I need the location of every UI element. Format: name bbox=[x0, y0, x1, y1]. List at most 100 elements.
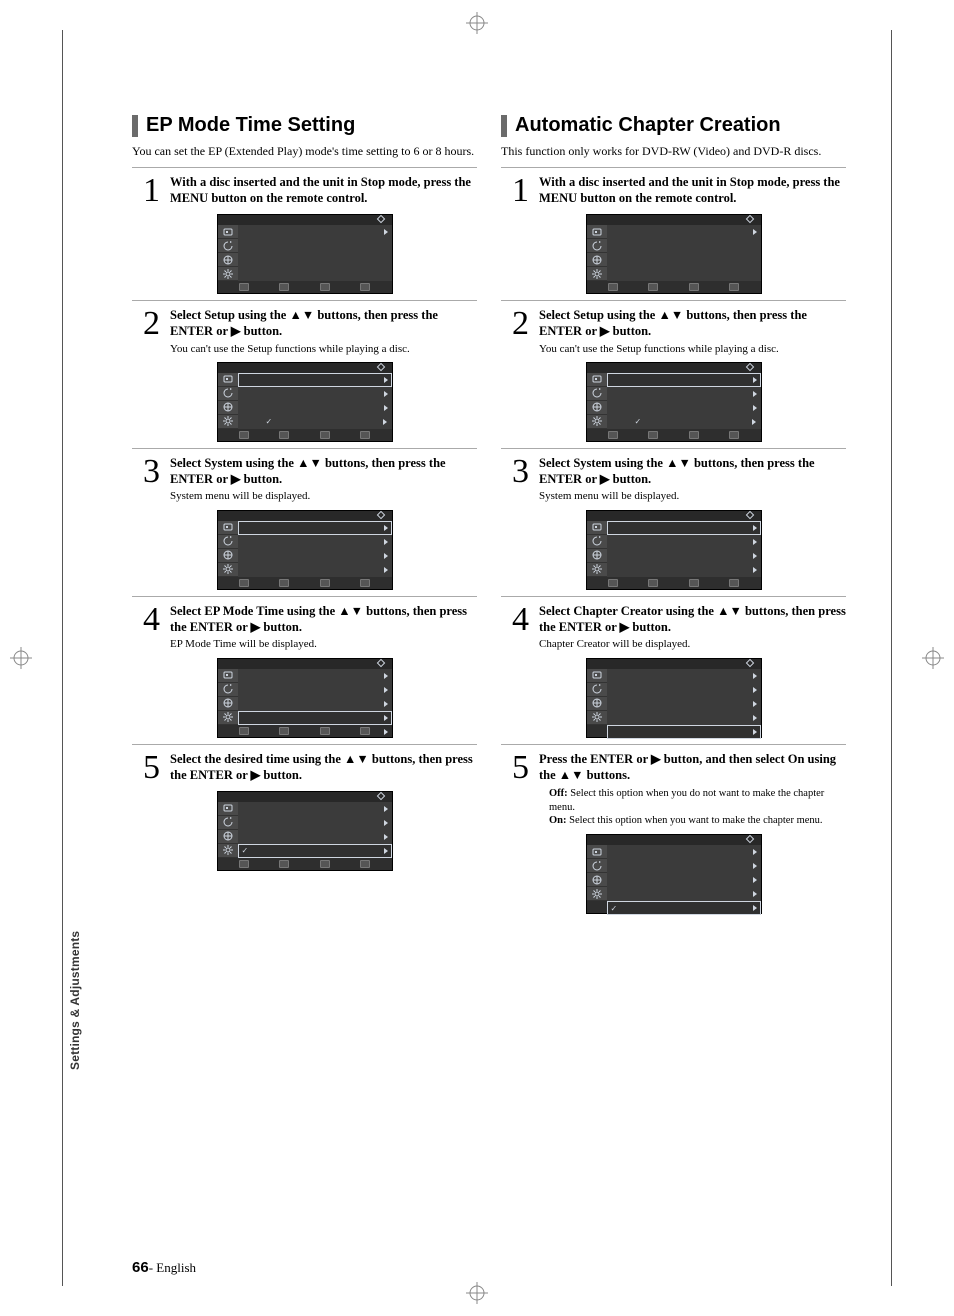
osd-screenshot: ✓ bbox=[586, 834, 762, 914]
osd-screenshot: ✓ bbox=[586, 362, 762, 442]
section-intro: You can set the EP (Extended Play) mode'… bbox=[132, 143, 477, 159]
osd-disc-icon bbox=[218, 669, 238, 683]
rule bbox=[501, 744, 846, 745]
manual-page: Settings & Adjustments EP Mode Time Sett… bbox=[0, 0, 954, 1316]
osd-row: ✓ bbox=[238, 844, 392, 858]
osd-title-bar bbox=[218, 215, 392, 225]
osd-loop-icon bbox=[587, 387, 607, 401]
osd-menu-area: ✓ bbox=[238, 373, 392, 429]
osd-foot-btn bbox=[729, 283, 739, 291]
osd-foot-btn bbox=[279, 283, 289, 291]
osd-foot-btn bbox=[239, 579, 249, 587]
osd-foot-btn bbox=[320, 579, 330, 587]
osd-foot-btn bbox=[689, 283, 699, 291]
osd-screenshot bbox=[217, 510, 393, 590]
rule bbox=[132, 744, 477, 745]
osd-row bbox=[238, 802, 392, 816]
step: 3Select System using the ▲▼ buttons, the… bbox=[132, 455, 477, 504]
osd-icon-column bbox=[587, 669, 607, 725]
osd-disc-icon bbox=[587, 225, 607, 239]
osd-globe-icon bbox=[218, 401, 238, 415]
osd-row bbox=[238, 549, 392, 563]
osd-footer bbox=[218, 281, 392, 293]
osd-footer bbox=[587, 429, 761, 441]
osd-row bbox=[607, 887, 761, 901]
osd-title-bar bbox=[587, 511, 761, 521]
osd-footer bbox=[218, 577, 392, 589]
osd-row bbox=[238, 387, 392, 401]
osd-row bbox=[238, 711, 392, 725]
osd-icon-column bbox=[587, 521, 607, 577]
osd-menu-area bbox=[238, 225, 392, 281]
osd-foot-btn bbox=[729, 431, 739, 439]
osd-title-bar bbox=[587, 215, 761, 225]
osd-title-bar bbox=[218, 659, 392, 669]
page-footer: 66- English bbox=[132, 1259, 196, 1276]
regmark-top bbox=[466, 12, 488, 34]
osd-gear-icon bbox=[218, 267, 238, 281]
osd-icon-column bbox=[218, 373, 238, 429]
osd-menu-area bbox=[607, 225, 761, 281]
step-number: 5 bbox=[132, 751, 160, 785]
osd-gear-icon bbox=[587, 267, 607, 281]
osd-foot-btn bbox=[608, 431, 618, 439]
osd-foot-btn bbox=[360, 283, 370, 291]
rule bbox=[132, 448, 477, 449]
osd-row bbox=[238, 669, 392, 683]
rule bbox=[501, 448, 846, 449]
step-number: 3 bbox=[132, 455, 160, 489]
osd-loop-icon bbox=[587, 239, 607, 253]
osd-row bbox=[607, 373, 761, 387]
rule bbox=[501, 167, 846, 168]
step-note: System menu will be displayed. bbox=[170, 489, 477, 503]
step-lead: Select Chapter Creator using the ▲▼ butt… bbox=[539, 603, 846, 636]
osd-foot-btn bbox=[360, 860, 370, 868]
osd-gear-icon bbox=[587, 887, 607, 901]
step-number: 3 bbox=[501, 455, 529, 489]
osd-row bbox=[607, 711, 761, 725]
osd-footer bbox=[587, 577, 761, 589]
step-lead: Select Setup using the ▲▼ buttons, then … bbox=[170, 307, 477, 340]
osd-foot-btn bbox=[729, 579, 739, 587]
osd-row bbox=[607, 563, 761, 577]
osd-icon-column bbox=[587, 225, 607, 281]
osd-menu-area: ✓ bbox=[607, 845, 761, 901]
osd-foot-btn bbox=[320, 860, 330, 868]
osd-gear-icon bbox=[587, 563, 607, 577]
step-options: Off: Select this option when you do not … bbox=[549, 787, 846, 828]
osd-screenshot bbox=[586, 510, 762, 590]
step-lead: Press the ENTER or ▶ button, and then se… bbox=[539, 751, 846, 784]
osd-globe-icon bbox=[218, 830, 238, 844]
osd-menu-area: ✓ bbox=[238, 802, 392, 858]
step-note: You can't use the Setup functions while … bbox=[170, 342, 477, 356]
osd-row bbox=[607, 859, 761, 873]
osd-screenshot: ✓ bbox=[217, 791, 393, 871]
osd-loop-icon bbox=[587, 859, 607, 873]
osd-menu-area bbox=[607, 669, 761, 725]
osd-foot-btn bbox=[608, 579, 618, 587]
trim-rule-right bbox=[891, 30, 892, 1286]
osd-row bbox=[607, 549, 761, 563]
step-number: 2 bbox=[132, 307, 160, 341]
osd-loop-icon bbox=[218, 816, 238, 830]
osd-foot-btn bbox=[360, 579, 370, 587]
osd-footer bbox=[218, 858, 392, 870]
step-note: System menu will be displayed. bbox=[539, 489, 846, 503]
osd-row: ✓ bbox=[238, 415, 392, 429]
osd-footer bbox=[587, 281, 761, 293]
osd-title-bar bbox=[218, 363, 392, 373]
step-number: 5 bbox=[501, 751, 529, 785]
osd-row bbox=[607, 387, 761, 401]
osd-disc-icon bbox=[587, 373, 607, 387]
step-number: 1 bbox=[501, 174, 529, 208]
osd-title-bar bbox=[218, 792, 392, 802]
osd-loop-icon bbox=[218, 683, 238, 697]
osd-globe-icon bbox=[587, 401, 607, 415]
osd-foot-btn bbox=[648, 283, 658, 291]
osd-row bbox=[238, 683, 392, 697]
rule bbox=[132, 167, 477, 168]
osd-disc-icon bbox=[218, 802, 238, 816]
osd-icon-column bbox=[218, 521, 238, 577]
osd-menu-area bbox=[238, 669, 392, 725]
osd-disc-icon bbox=[218, 521, 238, 535]
